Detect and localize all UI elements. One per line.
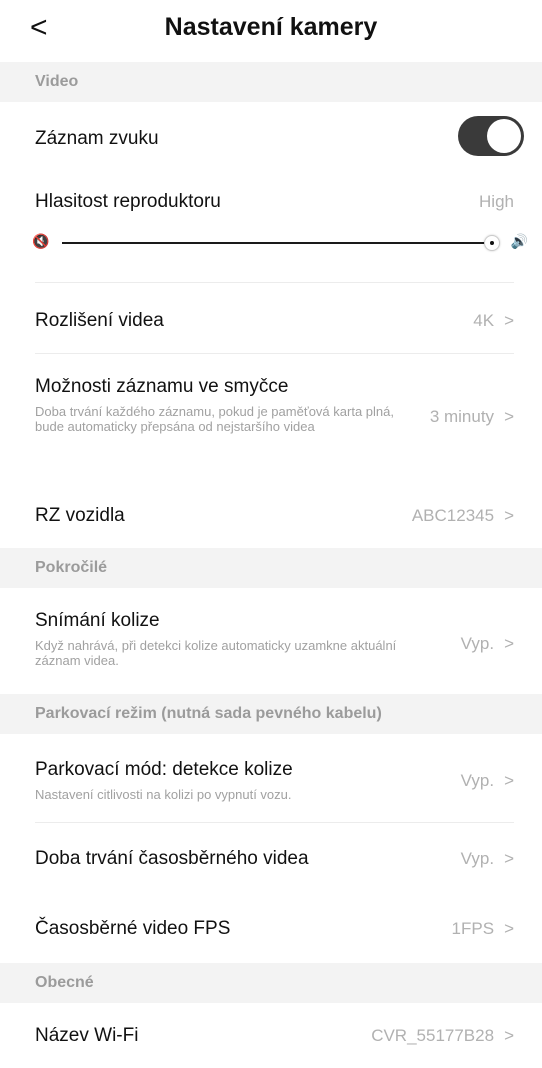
- parking-collision-label: Parkovací mód: detekce kolize: [35, 759, 293, 780]
- chevron-right-icon: >: [504, 634, 514, 653]
- page-title: Nastavení kamery: [164, 13, 378, 41]
- toggle-knob: [487, 119, 521, 153]
- timelapse-duration-row[interactable]: Doba trvání časosběrného videa Vyp. >: [0, 823, 542, 893]
- collision-description: Když nahrává, při detekci kolize automat…: [35, 638, 397, 668]
- timelapse-duration-label: Doba trvání časosběrného videa: [35, 848, 309, 869]
- audio-record-label: Záznam zvuku: [35, 128, 159, 149]
- plate-label: RZ vozidla: [35, 505, 125, 526]
- resolution-label: Rozlišení videa: [35, 310, 164, 331]
- chevron-right-icon: >: [504, 506, 514, 525]
- parking-collision-value-wrap: Vyp. >: [461, 771, 514, 791]
- timelapse-fps-value-wrap: 1FPS >: [452, 919, 514, 939]
- resolution-row[interactable]: Rozlišení videa 4K >: [0, 283, 542, 353]
- resolution-value: 4K: [473, 311, 495, 330]
- section-header-advanced: Pokročilé: [0, 548, 542, 588]
- chevron-right-icon: >: [504, 849, 514, 868]
- speaker-volume-value: High: [479, 192, 514, 211]
- section-label: Parkovací režim (nutná sada pevného kabe…: [35, 705, 382, 722]
- volume-slider-track[interactable]: [62, 242, 496, 244]
- timelapse-fps-value: 1FPS: [451, 919, 495, 938]
- parking-collision-description: Nastavení citlivosti na kolizi po vypnut…: [35, 787, 292, 802]
- nav-header: < Nastavení kamery: [0, 0, 542, 60]
- resolution-value-wrap: 4K >: [473, 311, 514, 331]
- timelapse-fps-label: Časosběrné video FPS: [35, 918, 231, 939]
- collision-label: Snímání kolize: [35, 610, 160, 631]
- plate-value-wrap: ABC12345 >: [412, 506, 514, 526]
- parking-collision-value: Vyp.: [460, 771, 495, 790]
- wifi-name-value-wrap: CVR_55177B28 >: [371, 1026, 514, 1046]
- chevron-right-icon: >: [504, 919, 514, 938]
- loop-recording-row[interactable]: Možnosti záznamu ve smyčce Doba trvání k…: [0, 354, 542, 484]
- section-header-parking: Parkovací režim (nutná sada pevného kabe…: [0, 694, 542, 734]
- loop-recording-description: Doba trvání každého záznamu, pokud je pa…: [35, 404, 394, 434]
- timelapse-duration-value: Vyp.: [460, 849, 495, 868]
- section-label: Obecné: [35, 974, 94, 991]
- section-header-general: Obecné: [0, 963, 542, 1003]
- audio-record-toggle[interactable]: [458, 116, 524, 156]
- wifi-name-row[interactable]: Název Wi-Fi CVR_55177B28 >: [0, 1003, 542, 1068]
- speaker-volume-row: Hlasitost reproduktoru High: [0, 178, 542, 278]
- loop-recording-value-wrap: 3 minuty >: [430, 407, 514, 427]
- section-label: Video: [35, 73, 79, 90]
- chevron-right-icon: >: [504, 311, 514, 330]
- timelapse-fps-row[interactable]: Časosběrné video FPS 1FPS >: [0, 893, 542, 963]
- chevron-right-icon: >: [504, 771, 514, 790]
- wifi-name-value: CVR_55177B28: [371, 1026, 495, 1045]
- chevron-right-icon: >: [504, 1026, 514, 1045]
- plate-value: ABC12345: [411, 506, 495, 525]
- timelapse-duration-value-wrap: Vyp. >: [461, 849, 514, 869]
- wifi-name-label: Název Wi-Fi: [35, 1025, 139, 1046]
- plate-row[interactable]: RZ vozidla ABC12345 >: [0, 484, 542, 548]
- volume-slider-thumb[interactable]: [484, 235, 500, 251]
- loop-recording-value: 3 minuty: [429, 407, 495, 426]
- parking-collision-row[interactable]: Parkovací mód: detekce kolize Nastavení …: [0, 734, 542, 822]
- section-label: Pokročilé: [35, 559, 108, 576]
- chevron-right-icon: >: [504, 407, 514, 426]
- speaker-muted-icon: 🔇: [32, 233, 50, 249]
- collision-row[interactable]: Snímání kolize Když nahrává, při detekci…: [0, 588, 542, 694]
- loop-recording-label: Možnosti záznamu ve smyčce: [35, 376, 289, 397]
- speaker-loud-icon: 🔊: [510, 233, 528, 249]
- collision-value-wrap: Vyp. >: [461, 634, 514, 654]
- section-header-video: Video: [0, 62, 542, 102]
- speaker-volume-label: Hlasitost reproduktoru: [35, 191, 221, 212]
- collision-value: Vyp.: [460, 634, 495, 653]
